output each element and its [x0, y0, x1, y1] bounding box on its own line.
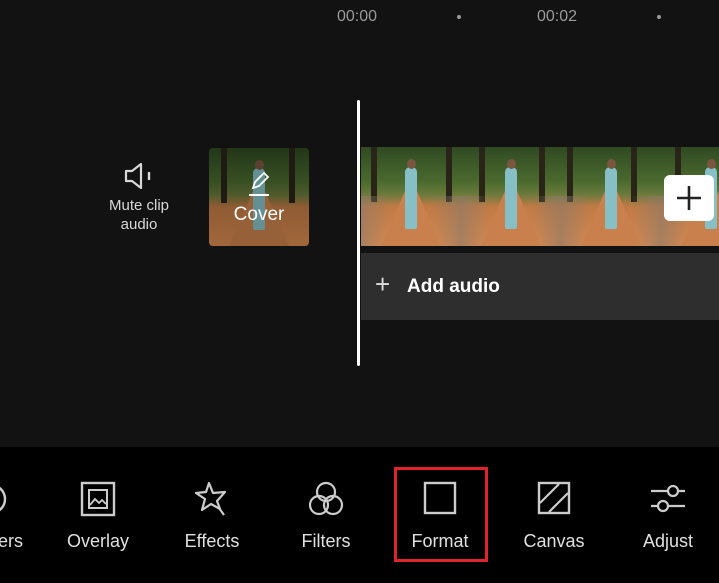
- format-highlight-box: [394, 467, 488, 562]
- timecode-2s: 00:02: [537, 8, 578, 25]
- add-audio-button[interactable]: + Add audio: [361, 253, 719, 320]
- edit-pencil-icon: [247, 170, 271, 203]
- canvas-icon: [509, 477, 599, 521]
- tool-label: Filters: [301, 531, 351, 551]
- tool-stickers[interactable]: ers: [0, 477, 45, 552]
- clip-thumbnail: [561, 147, 661, 246]
- bottom-toolbar: ers Overlay Effects Filters Format Canva…: [0, 447, 719, 583]
- tool-label: Canvas: [523, 531, 585, 551]
- effects-star-icon: [167, 477, 257, 521]
- add-clip-button[interactable]: [664, 175, 714, 221]
- tool-filters[interactable]: Filters: [281, 477, 371, 552]
- cover-button[interactable]: Cover: [209, 148, 309, 246]
- plus-icon: [677, 186, 701, 210]
- adjust-sliders-icon: [623, 477, 713, 521]
- clip-thumbnail: [361, 147, 461, 246]
- tool-label: Effects: [184, 531, 240, 551]
- tool-label: Adjust: [642, 531, 694, 551]
- add-audio-label: Add audio: [407, 275, 500, 297]
- playhead[interactable]: [357, 100, 360, 366]
- mute-clip-audio-label: Mute clip audio: [108, 197, 170, 233]
- timecode-start: 00:00: [337, 8, 378, 25]
- plus-icon: +: [375, 268, 391, 299]
- sticker-icon: [0, 477, 45, 521]
- tool-adjust[interactable]: Adjust: [623, 477, 713, 552]
- overlay-icon: [53, 477, 143, 521]
- tool-effects[interactable]: Effects: [167, 477, 257, 552]
- tool-canvas[interactable]: Canvas: [509, 477, 599, 552]
- timeline-tick-dot: [457, 15, 461, 19]
- clip-thumbnail: [461, 147, 561, 246]
- cover-label: Cover: [233, 204, 285, 225]
- tool-overlay[interactable]: Overlay: [53, 477, 143, 552]
- tool-label: ers: [0, 531, 23, 551]
- timeline-tick-dot: [657, 15, 661, 19]
- speaker-icon: [98, 160, 180, 196]
- filters-icon: [281, 477, 371, 521]
- tool-label: Overlay: [66, 531, 129, 551]
- mute-clip-audio-button[interactable]: Mute clip audio: [98, 160, 180, 234]
